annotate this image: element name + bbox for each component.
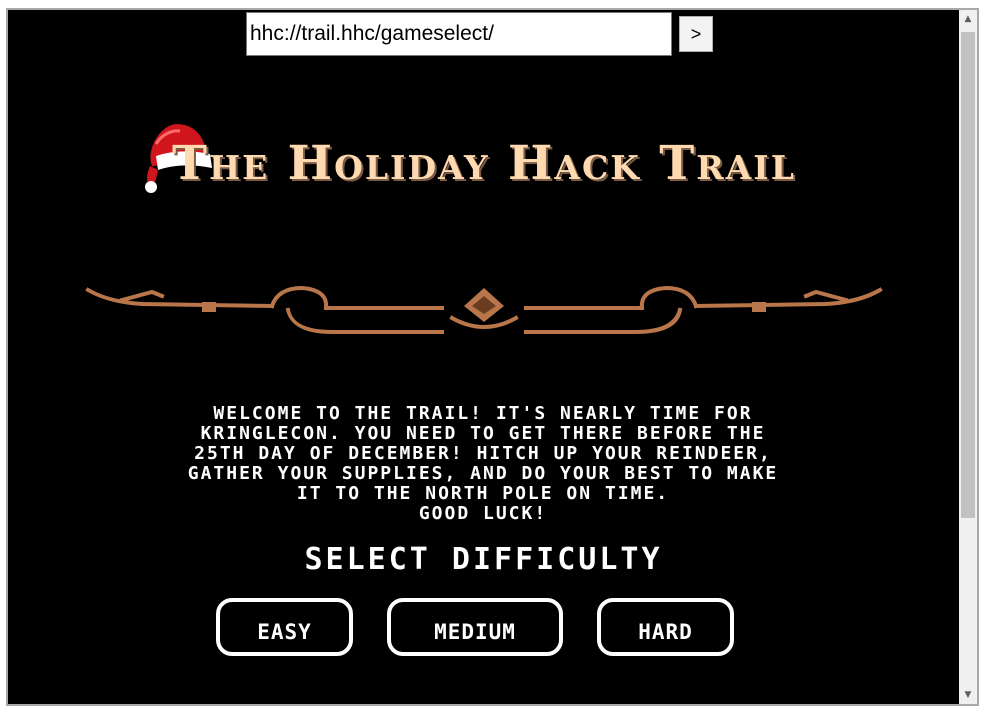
scroll-down-arrow-icon[interactable]: ▼ [959, 686, 977, 704]
scrollbar-thumb[interactable] [961, 32, 975, 518]
select-difficulty-heading: Select Difficulty [304, 542, 663, 577]
game-title: The Holiday Hack Trail [172, 136, 796, 191]
go-button[interactable]: > [679, 16, 713, 52]
welcome-message: Welcome to the trail! It's nearly time f… [187, 403, 779, 524]
game-frame: > The Holiday Hack Trail [6, 8, 979, 706]
game-viewport: > The Holiday Hack Trail [8, 10, 959, 704]
hard-button[interactable]: HARD [597, 598, 734, 656]
vertical-scrollbar[interactable]: ▲ ▼ [959, 10, 977, 704]
scroll-up-arrow-icon[interactable]: ▲ [959, 10, 977, 28]
medium-button[interactable]: MEDIUM [387, 598, 563, 656]
scroll-ornament-divider [85, 285, 883, 334]
url-input[interactable] [246, 12, 672, 56]
easy-button[interactable]: EASY [216, 598, 353, 656]
